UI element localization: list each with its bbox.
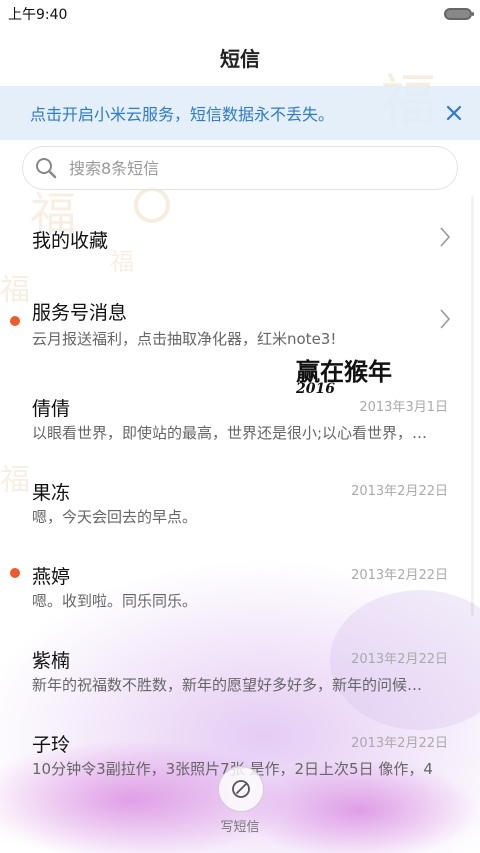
search-bar[interactable] xyxy=(22,146,458,190)
contact-name: 果冻 xyxy=(32,482,71,504)
favorites-item[interactable]: 我的收藏 xyxy=(0,196,480,280)
message-date: 2013年2月22日 xyxy=(351,484,448,499)
close-icon[interactable] xyxy=(444,103,464,123)
message-date: 2013年2月22日 xyxy=(351,568,448,583)
compose-button[interactable] xyxy=(218,766,264,812)
message-date: 2013年2月22日 xyxy=(351,736,448,751)
search-icon xyxy=(36,158,57,179)
title-bar: 短信 xyxy=(0,28,480,86)
service-messages-item[interactable]: 服务号消息 云月报送福利，点击抽取净化器，红米note3! xyxy=(0,280,480,364)
status-time: 上午9:40 xyxy=(8,7,68,23)
contact-name: 燕婷 xyxy=(32,566,71,588)
conversation-item[interactable]: 果冻 2013年2月22日 嗯，今天会回去的早点。 xyxy=(0,448,480,532)
conversation-item[interactable]: 倩倩 2013年3月1日 以眼看世界，即使站的最高，世界还是很小;以心看世界，… xyxy=(0,364,480,448)
unread-dot xyxy=(10,316,20,326)
message-date: 2013年3月1日 xyxy=(359,400,448,415)
message-preview: 新年的祝福数不胜数，新年的愿望好多好多，新年的问候… xyxy=(32,676,423,694)
status-bar: 上午9:40 xyxy=(0,0,480,28)
conversation-item[interactable]: 紫楠 2013年2月22日 新年的祝福数不胜数，新年的愿望好多好多，新年的问候… xyxy=(0,616,480,700)
compose-icon xyxy=(232,780,250,798)
contact-name: 紫楠 xyxy=(32,650,71,672)
conversation-item[interactable]: 燕婷 2013年2月22日 嗯。收到啦。同乐同乐。 xyxy=(0,532,480,616)
compose-label[interactable]: 写短信 xyxy=(200,816,280,835)
message-preview: 嗯。收到啦。同乐同乐。 xyxy=(32,592,198,610)
unread-dot xyxy=(10,568,20,578)
service-name: 服务号消息 xyxy=(32,302,128,324)
favorites-label: 我的收藏 xyxy=(32,230,109,252)
battery-icon xyxy=(444,8,474,20)
contact-name: 倩倩 xyxy=(32,398,71,420)
banner-text[interactable]: 点击开启小米云服务，短信数据永不丢失。 xyxy=(30,101,334,125)
contact-name: 子玲 xyxy=(32,734,71,756)
new-year-calligraphy: 赢在猴年 2016 xyxy=(296,352,392,397)
conversation-list: 我的收藏 服务号消息 云月报送福利，点击抽取净化器，红米note3! 倩倩 20… xyxy=(0,196,480,784)
message-preview: 以眼看世界，即使站的最高，世界还是很小;以心看世界，… xyxy=(32,424,428,442)
page-title: 短信 xyxy=(220,46,260,71)
cloud-service-banner[interactable]: 点击开启小米云服务，短信数据永不丢失。 xyxy=(0,86,480,140)
chevron-right-icon xyxy=(440,309,451,329)
search-input[interactable] xyxy=(67,157,431,179)
chevron-right-icon xyxy=(440,227,451,247)
message-date: 2013年2月22日 xyxy=(351,652,448,667)
service-preview: 云月报送福利，点击抽取净化器，红米note3! xyxy=(32,330,337,348)
message-preview: 嗯，今天会回去的早点。 xyxy=(32,508,198,526)
